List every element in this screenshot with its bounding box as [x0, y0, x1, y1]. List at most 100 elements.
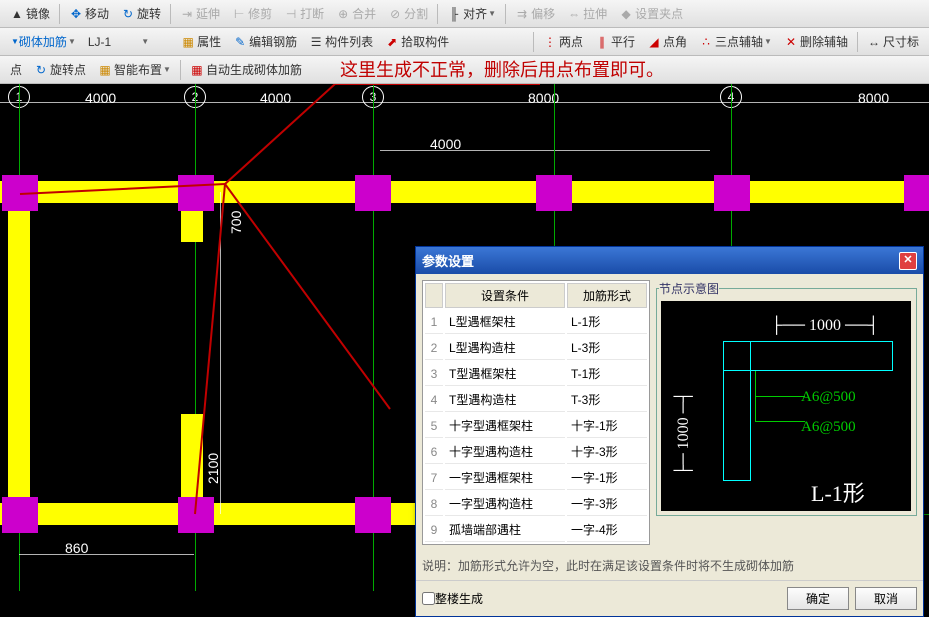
diagram-panel: 节点示意图 ├── 1000 ──┤ ├─ 1000 ─┤ A6@500 A6@…: [656, 280, 917, 545]
ok-button[interactable]: 确定: [787, 587, 849, 610]
table-row[interactable]: 6十字型遇构造柱十字-3形: [425, 440, 647, 464]
spec-1: A6@500: [801, 389, 856, 406]
dim-700: 700: [228, 211, 244, 234]
two-point-button[interactable]: ⋮两点: [540, 31, 586, 52]
move-button[interactable]: ✥移动: [66, 3, 112, 24]
dialog-footer: 整楼生成 确定 取消: [416, 580, 923, 616]
parameter-table[interactable]: 设置条件 加筋形式 1L型遇框架柱L-1形2L型遇构造柱L-3形3T型遇框架柱T…: [422, 280, 650, 545]
col-condition: 设置条件: [445, 283, 565, 308]
separator: [533, 32, 534, 52]
parallel-button[interactable]: ∥平行: [592, 31, 638, 52]
offset-button[interactable]: ⇉偏移: [512, 3, 558, 24]
separator: [437, 4, 438, 24]
table-row[interactable]: 1L型遇框架柱L-1形: [425, 310, 647, 334]
column-2b: [178, 497, 214, 533]
dialog-titlebar[interactable]: 参数设置 ✕: [416, 247, 923, 274]
extend-button[interactable]: ⇥延伸: [177, 3, 223, 24]
dim-line-v: [220, 192, 221, 514]
parallel-icon: ∥: [595, 35, 609, 49]
dialog-body: 设置条件 加筋形式 1L型遇框架柱L-1形2L型遇构造柱L-3形3T型遇框架柱T…: [416, 274, 923, 551]
three-point-aux-button[interactable]: ∴三点辅轴▼: [696, 31, 775, 52]
three-point-icon: ∴: [699, 35, 713, 49]
trim-button[interactable]: ⊢修剪: [229, 3, 275, 24]
separator: [59, 4, 60, 24]
toolbar-edit: ▲镜像 ✥移动 ↻旋转 ⇥延伸 ⊢修剪 ⊣打断 ⊕合并 ⊘分割 ╟对齐▼ ⇉偏移…: [0, 0, 929, 28]
column-1: [2, 175, 38, 211]
stretch-button[interactable]: ⇔拉伸: [564, 3, 610, 24]
trim-icon: ⊢: [232, 7, 246, 21]
dim-8000-2: 8000: [858, 90, 889, 106]
grip-icon: ◆: [619, 7, 633, 21]
member-list-button[interactable]: ☰构件列表: [306, 31, 376, 52]
column-1b: [2, 497, 38, 533]
move-icon: ✥: [69, 7, 83, 21]
rotate-button[interactable]: ↻旋转: [118, 3, 164, 24]
separator: [170, 4, 171, 24]
pick-member-button[interactable]: ⬈拾取构件: [382, 31, 452, 52]
rotate-point-button[interactable]: ↻旋转点: [31, 59, 89, 80]
table-row[interactable]: 8一字型遇构造柱一字-3形: [425, 492, 647, 516]
id-dropdown[interactable]: LJ-1 ▼: [85, 33, 152, 51]
table-row[interactable]: 7一字型遇框架柱一字-1形: [425, 466, 647, 490]
close-icon[interactable]: ✕: [899, 252, 917, 270]
dim-2100: 2100: [205, 453, 221, 484]
origin-button[interactable]: 点: [7, 59, 25, 80]
column-2: [178, 175, 214, 211]
properties-button[interactable]: ▦属性: [178, 31, 224, 52]
merge-button[interactable]: ⊕合并: [333, 3, 379, 24]
dim-icon: ↔: [867, 35, 881, 49]
separator: [180, 60, 181, 80]
explain-text: 说明：加筋形式允许为空，此时在满足该设置条件时将不生成砌体加筋: [416, 551, 923, 580]
break-icon: ⊣: [284, 7, 298, 21]
corner-button[interactable]: ◢点角: [644, 31, 690, 52]
toolbar-member: ▼ 砌体加筋 ▼ LJ-1 ▼ ▦属性 ✎编辑钢筋 ☰构件列表 ⬈拾取构件 ⋮两…: [0, 28, 929, 56]
whole-building-checkbox[interactable]: 整楼生成: [422, 590, 483, 607]
mirror-icon: ▲: [10, 7, 24, 21]
dialog-title-text: 参数设置: [422, 251, 474, 270]
table-row[interactable]: 4T型遇构造柱T-3形: [425, 388, 647, 412]
cancel-button[interactable]: 取消: [855, 587, 917, 610]
column-3b: [536, 175, 572, 211]
break-button[interactable]: ⊣打断: [281, 3, 327, 24]
stretch-icon: ⇔: [567, 7, 581, 21]
column-4: [714, 175, 750, 211]
spec-2: A6@500: [801, 419, 856, 436]
properties-icon: ▦: [181, 35, 195, 49]
align-button[interactable]: ╟对齐▼: [444, 3, 499, 24]
rotate-point-icon: ↻: [34, 63, 48, 77]
align-icon: ╟: [447, 7, 461, 21]
rotate-icon: ↻: [121, 7, 135, 21]
dim-label-button[interactable]: ↔尺寸标: [864, 31, 922, 52]
table-row[interactable]: 5十字型遇框架柱十字-1形: [425, 414, 647, 438]
list-icon: ☰: [309, 35, 323, 49]
split-button[interactable]: ⊘分割: [385, 3, 431, 24]
separator: [857, 32, 858, 52]
table-row[interactable]: 3T型遇框架柱T-1形: [425, 362, 647, 386]
wall-left: [8, 192, 30, 514]
two-point-icon: ⋮: [543, 35, 557, 49]
rebar-icon: ✎: [233, 35, 247, 49]
dim-line-860: [19, 554, 194, 555]
parameter-dialog: 参数设置 ✕ 设置条件 加筋形式 1L型遇框架柱L-1形2L型遇构造柱L-3形3…: [415, 246, 924, 617]
separator: [505, 4, 506, 24]
offset-icon: ⇉: [515, 7, 529, 21]
toolbar-layout: 点 ↻旋转点 ▦智能布置▼ ▦自动生成砌体加筋: [0, 56, 929, 84]
smart-icon: ▦: [98, 63, 112, 77]
set-grip-button[interactable]: ◆设置夹点: [616, 3, 686, 24]
dim-line-inner: [380, 150, 710, 151]
table-row[interactable]: 2L型遇构造柱L-3形: [425, 336, 647, 360]
dim-4000-1: 4000: [85, 90, 116, 106]
pick-icon: ⬈: [385, 35, 399, 49]
table-row[interactable]: 9孤墙端部遇柱一字-4形: [425, 518, 647, 542]
whole-building-input[interactable]: [422, 592, 435, 605]
column-5: [904, 175, 929, 211]
shape-label: L-1形: [811, 476, 865, 508]
mirror-button[interactable]: ▲镜像: [7, 3, 53, 24]
edit-rebar-button[interactable]: ✎编辑钢筋: [230, 31, 300, 52]
type-dropdown[interactable]: ▼ 砌体加筋 ▼: [7, 31, 79, 52]
extend-icon: ⇥: [180, 7, 194, 21]
auto-gen-button[interactable]: ▦自动生成砌体加筋: [187, 59, 305, 80]
smart-layout-button[interactable]: ▦智能布置▼: [95, 59, 174, 80]
delete-aux-button[interactable]: ✕删除辅轴: [781, 31, 851, 52]
wall-top: [0, 181, 929, 203]
